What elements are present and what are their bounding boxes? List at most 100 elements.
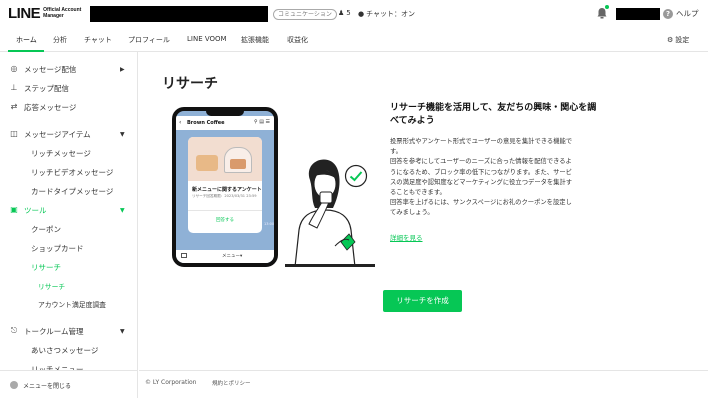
logo-text: LINE: [8, 5, 41, 22]
step-icon: ⊥: [10, 83, 18, 92]
description-line: す。: [390, 148, 402, 156]
talkroom-icon: ⎋: [10, 326, 18, 335]
account-status-badge: コミュニケーション: [273, 9, 337, 20]
card-title: 新メニューに関するアンケート: [192, 187, 262, 193]
phone-bottom-bar: メニュー▾: [176, 250, 274, 263]
tab-line-voom[interactable]: LINE VOOM: [187, 35, 227, 43]
feature-description: 投票形式やアンケート形式でユーザーの意見を集計できる機能で す。 回答を参考にし…: [390, 137, 608, 219]
phone-header-icons: ⚲ ▤ ☰: [253, 119, 270, 125]
description-line: うになるため、ブロック率の低下につながります。また、サービ: [390, 168, 572, 176]
sidebar-item-label: トークルーム管理: [24, 326, 84, 336]
chevron-down-icon: ▼: [120, 206, 125, 214]
card-meta: リサーチ回答期限：2023/03/31 23:59: [192, 194, 257, 198]
sidebar-item-label: ツール: [24, 205, 47, 215]
tab-profile[interactable]: プロフィール: [128, 35, 170, 45]
collapse-icon: [10, 381, 18, 389]
phone-time: 13:00: [264, 222, 275, 226]
logo-subtext-line2: Manager: [43, 12, 64, 19]
phone-shop-name: Brown Coffee: [187, 120, 225, 126]
chevron-down-icon: ▼: [120, 327, 125, 335]
card-divider: [188, 210, 262, 211]
sidebar-item-account-satisfaction[interactable]: アカウント満足度調査: [0, 298, 137, 310]
sidebar-item-label: あいさつメッセージ: [31, 345, 99, 355]
friends-icon: ♟: [338, 9, 345, 17]
copyright-text: © LY Corporation: [145, 379, 197, 386]
sidebar-item-label: ショップカード: [31, 243, 84, 253]
reply-icon: ⇄: [10, 102, 18, 111]
message-item-icon: ◫: [10, 129, 18, 138]
keyboard-icon: [181, 253, 187, 258]
sidebar: ◎ メッセージ配信 ▶ ⊥ ステップ配信 ⇄ 応答メッセージ ◫ メッセージアイ…: [0, 52, 138, 398]
tab-chat[interactable]: チャット: [84, 35, 112, 45]
sidebar-item-label: メッセージアイテム: [24, 129, 91, 139]
sidebar-item-label: リサーチ: [31, 262, 61, 272]
tab-extensions[interactable]: 拡張機能: [241, 35, 269, 45]
details-link[interactable]: 詳細を見る: [390, 232, 423, 242]
sidebar-item-shop-card[interactable]: ショップカード: [0, 242, 137, 254]
tab-home[interactable]: ホーム: [16, 35, 37, 45]
top-header: LINE Official Account Manager コミュニケーション …: [0, 0, 708, 28]
checkmark-bubble-icon: [344, 164, 368, 188]
notification-dot: [605, 5, 609, 9]
chevron-right-icon: ▶: [120, 65, 125, 73]
back-icon: ‹: [179, 119, 182, 126]
sidebar-item-coupon[interactable]: クーポン: [0, 223, 137, 235]
sidebar-item-label: リサーチ: [38, 283, 66, 291]
user-name-redacted[interactable]: [616, 8, 660, 20]
description-line: 回答率を上げるには、サンクスページにお礼のクーポンを設定し: [390, 199, 572, 207]
cake-slice: [196, 155, 218, 171]
sidebar-item-label: リッチビデオメッセージ: [31, 167, 114, 177]
sidebar-item-label: 応答メッセージ: [24, 102, 77, 112]
friends-count-value: 5: [346, 9, 351, 17]
logo-subtext: Official Account Manager: [43, 7, 81, 19]
sidebar-item-message-items[interactable]: ◫ メッセージアイテム ▼: [0, 128, 137, 140]
sidebar-item-talkroom-management[interactable]: ⎋ トークルーム管理 ▼: [0, 325, 137, 337]
main-nav: ホーム 分析 チャット プロフィール LINE VOOM 拡張機能 収益化: [0, 28, 708, 52]
terms-link[interactable]: 規約とポリシー: [212, 379, 251, 387]
settings-link[interactable]: ⚙ 設定: [667, 35, 689, 45]
line-oam-logo[interactable]: LINE Official Account Manager: [8, 5, 81, 22]
sidebar-item-label: メッセージ配信: [24, 64, 77, 74]
chevron-down-icon: ▼: [120, 130, 125, 138]
sidebar-item-greeting-message[interactable]: あいさつメッセージ: [0, 344, 137, 356]
cake-under-dome: [230, 159, 246, 169]
help-icon: ?: [663, 8, 673, 19]
page-title: リサーチ: [162, 76, 218, 92]
description-line: 投票形式やアンケート形式でユーザーの意見を集計できる機能で: [390, 138, 573, 145]
sidebar-item-step-delivery[interactable]: ⊥ ステップ配信: [0, 82, 137, 94]
phone-research-card: 新メニューに関するアンケート リサーチ回答期限：2023/03/31 23:59…: [188, 137, 262, 233]
phone-menu-label: メニュー▾: [222, 254, 243, 259]
sidebar-item-tools[interactable]: ▣ ツール ▼: [0, 204, 137, 216]
sidebar-item-rich-video-message[interactable]: リッチビデオメッセージ: [0, 166, 137, 178]
chat-status[interactable]: ● チャット：オン: [358, 9, 415, 19]
tab-analytics[interactable]: 分析: [53, 35, 67, 45]
help-label: ヘルプ: [676, 9, 699, 18]
description-line: ることもできます。: [390, 189, 446, 197]
description-line: スの満足度や認知度などマーケティングに役立つデータを集計す: [390, 178, 573, 186]
sidebar-item-label: クーポン: [31, 224, 61, 234]
sidebar-item-message-delivery[interactable]: ◎ メッセージ配信 ▶: [0, 63, 137, 75]
sidebar-item-auto-reply[interactable]: ⇄ 応答メッセージ: [0, 101, 137, 113]
account-name-redacted[interactable]: [90, 6, 268, 22]
settings-label: 設定: [675, 36, 690, 44]
sidebar-item-card-type-message[interactable]: カードタイプメッセージ: [0, 185, 137, 197]
card-answer-link: 回答する: [216, 218, 234, 223]
sidebar-collapse[interactable]: メニューを閉じる: [0, 370, 138, 398]
friends-count[interactable]: ♟ 5: [338, 9, 351, 17]
app-root: LINE Official Account Manager コミュニケーション …: [0, 0, 708, 398]
feature-heading: リサーチ機能を活用して、友だちの興味・関心を調べてみよう: [390, 103, 597, 126]
help-link[interactable]: ? ヘルプ: [663, 8, 699, 19]
sidebar-item-rich-message[interactable]: リッチメッセージ: [0, 147, 137, 159]
cake-image: [188, 137, 262, 181]
sidebar-item-label: リッチメッセージ: [31, 148, 91, 158]
phone-chat-header: ‹ Brown Coffee ⚲ ▤ ☰: [176, 116, 274, 130]
chat-status-label: チャット：オン: [366, 10, 416, 18]
create-research-button[interactable]: リサーチを作成: [383, 290, 462, 312]
sidebar-item-research-sub[interactable]: リサーチ: [0, 280, 137, 292]
chat-bubble-icon: ●: [358, 10, 365, 18]
sidebar-item-label: カードタイプメッセージ: [31, 186, 114, 196]
sidebar-item-label: ステップ配信: [24, 83, 69, 93]
sidebar-item-research[interactable]: リサーチ: [0, 261, 137, 273]
description-line: てみましょう。: [390, 209, 434, 217]
tab-monetization[interactable]: 収益化: [287, 35, 308, 45]
